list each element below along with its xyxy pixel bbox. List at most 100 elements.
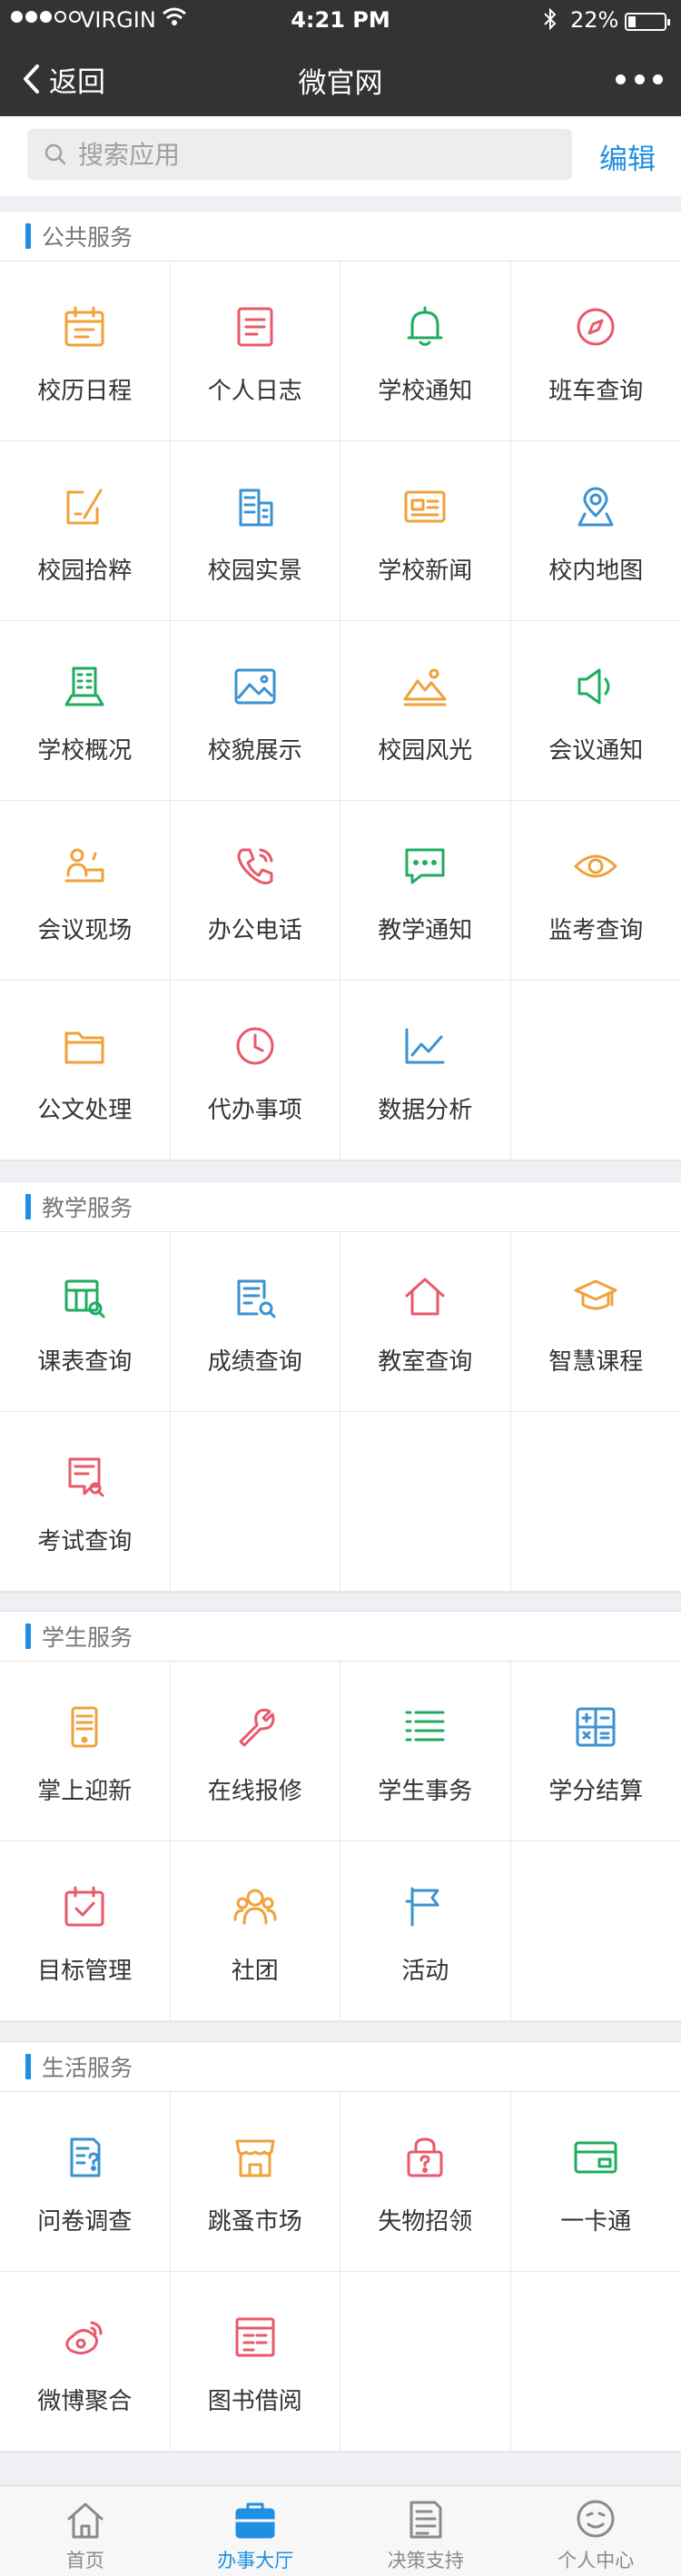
app-label: 失物招领: [378, 2208, 473, 2235]
app-pen-box[interactable]: 校园拾粹: [0, 441, 171, 621]
briefcase-icon: [233, 2497, 277, 2541]
app-card[interactable]: 一卡通: [510, 2092, 681, 2272]
app-label: 学生事务: [378, 1778, 473, 1805]
app-bell[interactable]: 学校通知: [340, 262, 511, 441]
map-pin-icon: [572, 483, 619, 530]
tab-label: 办事大厅: [217, 2550, 294, 2571]
search-box[interactable]: [27, 129, 572, 180]
app-label: 智慧课程: [548, 1348, 644, 1376]
app-label: 办公电话: [207, 917, 302, 944]
questionnaire-icon: [61, 2134, 108, 2181]
app-clock[interactable]: 代办事项: [170, 981, 340, 1160]
section-student-services: 学生服务 掌上迎新 在线报修 学生事务 学分结算目标管理 社团 活动: [0, 1611, 681, 2022]
app-label: 学校通知: [378, 378, 473, 405]
app-label: 校园风光: [378, 737, 473, 765]
app-chat-bubble[interactable]: 教学通知: [340, 801, 511, 981]
tab-briefcase[interactable]: 办事大厅: [171, 2486, 341, 2576]
app-exam-search[interactable]: 考试查询: [0, 1412, 171, 1592]
flag-icon: [401, 1883, 449, 1930]
compass-icon: [572, 303, 619, 350]
app-label: 考试查询: [37, 1528, 133, 1555]
app-list[interactable]: 学生事务: [340, 1662, 511, 1841]
more-menu-button[interactable]: [616, 65, 663, 93]
eye-icon: [572, 843, 619, 890]
app-label: 课表查询: [37, 1348, 133, 1376]
section-title: 公共服务: [42, 224, 133, 251]
app-label: 数据分析: [378, 1097, 473, 1124]
section-header: 公共服务: [0, 211, 681, 262]
app-label: 学校新闻: [378, 558, 473, 585]
app-notebook[interactable]: 个人日志: [170, 262, 340, 441]
app-label: 校园拾粹: [37, 558, 133, 585]
section-header: 学生服务: [0, 1611, 681, 1662]
battery-icon: [625, 13, 670, 31]
presenter-icon: [61, 843, 108, 890]
section-life-services: 生活服务 问卷调查 跳蚤市场 失物招领 一卡通 微博聚合 图书借阅: [0, 2041, 681, 2453]
exam-search-icon: [61, 1454, 108, 1501]
app-lock-question[interactable]: 失物招领: [340, 2092, 511, 2272]
bell-icon: [401, 303, 449, 350]
app-house[interactable]: 教室查询: [340, 1232, 511, 1412]
house-icon: [401, 1274, 449, 1321]
app-label: 学分结算: [548, 1778, 644, 1805]
app-shop[interactable]: 跳蚤市场: [170, 2092, 340, 2272]
app-phone[interactable]: 办公电话: [170, 801, 340, 981]
edit-button[interactable]: 编辑: [599, 136, 656, 177]
mobile-icon: [61, 1703, 108, 1751]
app-grid: 校历日程 个人日志 学校通知 班车查询校园拾粹 校园实景 学校新闻 校内地图学校概况 校貌展示…: [0, 262, 681, 1161]
app-calendar-check[interactable]: 目标管理: [0, 1841, 171, 2021]
app-graduation-cap[interactable]: 智慧课程: [510, 1232, 681, 1412]
tab-smiley[interactable]: 个人中心: [511, 2486, 681, 2576]
app-picture[interactable]: 校貌展示: [170, 621, 340, 801]
tab-home[interactable]: 首页: [0, 2486, 171, 2576]
app-timetable-search[interactable]: 课表查询: [0, 1232, 171, 1412]
app-questionnaire[interactable]: 问卷调查: [0, 2092, 171, 2272]
app-label: 在线报修: [207, 1778, 302, 1805]
app-folder[interactable]: 公文处理: [0, 981, 171, 1160]
app-weibo[interactable]: 微博聚合: [0, 2272, 171, 2452]
app-flag[interactable]: 活动: [340, 1841, 511, 2021]
app-news-card[interactable]: 学校新闻: [340, 441, 511, 621]
app-label: 问卷调查: [37, 2208, 133, 2235]
tab-label: 首页: [65, 2550, 104, 2571]
search-input[interactable]: [78, 139, 532, 170]
app-label: 成绩查询: [207, 1348, 302, 1376]
app-eye[interactable]: 监考查询: [510, 801, 681, 981]
tab-bar: 首页 办事大厅 决策支持 个人中心: [0, 2485, 681, 2576]
app-mobile[interactable]: 掌上迎新: [0, 1662, 171, 1841]
app-map-pin[interactable]: 校内地图: [510, 441, 681, 621]
app-label: 目标管理: [37, 1958, 133, 1985]
app-line-chart[interactable]: 数据分析: [340, 981, 511, 1160]
line-chart-icon: [401, 1022, 449, 1070]
folder-icon: [61, 1022, 108, 1070]
app-grid: 课表查询 成绩查询 教室查询 智慧课程考试查询: [0, 1232, 681, 1593]
group-icon: [232, 1883, 279, 1930]
app-calculator[interactable]: 学分结算: [510, 1662, 681, 1841]
app-group[interactable]: 社团: [170, 1841, 340, 2021]
app-wrench[interactable]: 在线报修: [170, 1662, 340, 1841]
app-calendar[interactable]: 校历日程: [0, 262, 171, 441]
app-presenter[interactable]: 会议现场: [0, 801, 171, 981]
app-book[interactable]: 图书借阅: [170, 2272, 340, 2452]
calendar-check-icon: [61, 1883, 108, 1930]
app-speaker[interactable]: 会议通知: [510, 621, 681, 801]
home-icon: [64, 2497, 107, 2541]
app-label: 学校概况: [37, 737, 133, 765]
landscape-icon: [401, 663, 449, 710]
section-header: 教学服务: [0, 1181, 681, 1232]
picture-icon: [232, 663, 279, 710]
shop-icon: [232, 2134, 279, 2181]
buildings-icon: [232, 483, 279, 530]
app-score-search[interactable]: 成绩查询: [170, 1232, 340, 1412]
app-building[interactable]: 学校概况: [0, 621, 171, 801]
app-landscape[interactable]: 校园风光: [340, 621, 511, 801]
section-public-services: 公共服务 校历日程 个人日志 学校通知 班车查询校园拾粹 校园实景 学校新闻 校内地图学校概…: [0, 211, 681, 1161]
tab-document[interactable]: 决策支持: [340, 2486, 511, 2576]
app-compass[interactable]: 班车查询: [510, 262, 681, 441]
app-label: 校历日程: [37, 378, 133, 405]
app-buildings[interactable]: 校园实景: [170, 441, 340, 621]
section-title: 学生服务: [42, 1624, 133, 1651]
phone-icon: [232, 843, 279, 890]
app-label: 教室查询: [378, 1348, 473, 1376]
graduation-cap-icon: [572, 1274, 619, 1321]
